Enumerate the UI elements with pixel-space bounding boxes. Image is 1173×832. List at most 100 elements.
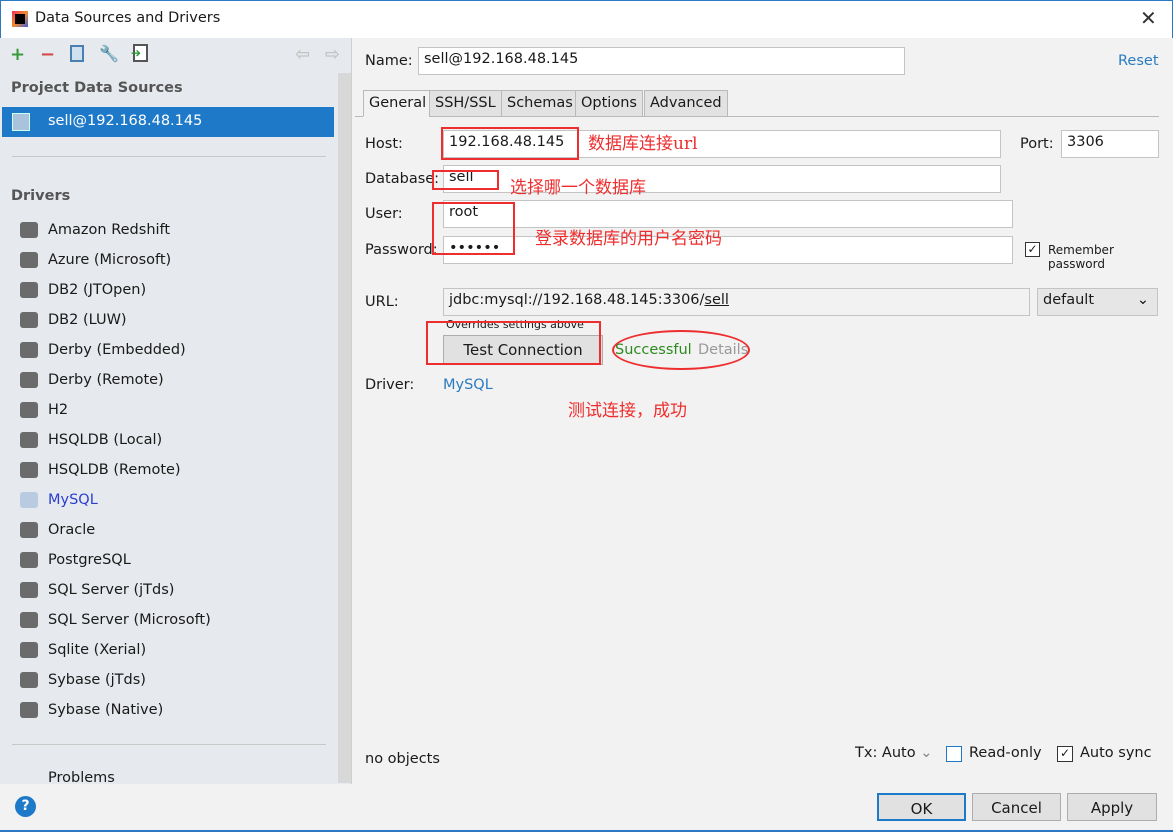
close-button[interactable]: ✕ [1140,6,1157,30]
tab-options[interactable]: Options [575,90,643,117]
driver-item[interactable]: PostgreSQL [20,548,131,572]
driver-label: MySQL [48,492,98,508]
annotation-box-credentials [432,202,515,255]
section-drivers: Drivers [11,188,71,204]
name-input[interactable]: sell@192.168.48.145 [418,47,905,75]
tx-mode-value: Tx: Auto [855,745,916,761]
driver-label: HSQLDB (Local) [48,432,163,448]
auto-sync-label: Auto sync [1080,745,1152,761]
sqlserver-icon [20,582,38,598]
password-label: Password: [365,242,438,258]
forward-icon[interactable]: ⇨ [325,44,340,65]
driver-item[interactable]: Sybase (jTds) [20,668,146,692]
driver-label: Derby (Embedded) [48,342,186,358]
driver-item[interactable]: Azure (Microsoft) [20,248,171,272]
ok-button[interactable]: OK [877,793,966,821]
host-label: Host: [365,136,403,152]
user-input[interactable]: root [443,200,1013,228]
sqlserver-icon [20,612,38,628]
driver-item[interactable]: H2 [20,398,68,422]
driver-label: SQL Server (Microsoft) [48,612,211,628]
url-label: URL: [365,294,399,310]
ibm-icon [20,312,38,328]
driver-item[interactable]: SQL Server (jTds) [20,578,174,602]
port-label: Port: [1020,136,1054,152]
driver-item[interactable]: Sybase (Native) [20,698,163,722]
read-only-label: Read-only [969,745,1042,761]
annotation-box-test [426,321,601,365]
url-mode-select[interactable]: default ⌄ [1037,288,1158,316]
help-icon[interactable]: ? [15,796,36,817]
data-source-item[interactable]: sell@192.168.48.145 [2,107,334,137]
password-input[interactable]: •••••• [443,236,1013,264]
driver-label: Derby (Remote) [48,372,164,388]
driver-item[interactable]: HSQLDB (Remote) [20,458,181,482]
driver-item[interactable]: Derby (Remote) [20,368,164,392]
driver-label: H2 [48,402,69,418]
tx-mode-dropdown[interactable]: Tx: Auto ⌄ [855,745,932,761]
tab-general[interactable]: General [363,90,433,117]
app-icon [12,11,28,27]
chevron-down-icon: ⌄ [1136,292,1149,308]
remember-password-label: Remember password [1048,243,1114,271]
driver-label: Sybase (jTds) [48,672,146,688]
window-title: Data Sources and Drivers [35,10,221,26]
tab-advanced[interactable]: Advanced [644,90,728,117]
driver-item[interactable]: Sqlite (Xerial) [20,638,146,662]
reset-link[interactable]: Reset [1118,53,1159,69]
driver-link[interactable]: MySQL [443,377,493,393]
driver-item[interactable]: HSQLDB (Local) [20,428,162,452]
driver-label: SQL Server (jTds) [48,582,175,598]
driver-item[interactable]: Amazon Redshift [20,218,170,242]
import-icon[interactable]: ➔ [131,44,148,62]
annotation-host: 数据库连接url [588,134,698,154]
driver-label: Oracle [48,522,96,538]
sybase-icon [20,702,38,718]
annotation-test: 测试连接，成功 [568,401,687,421]
sqlite-icon [20,642,38,658]
name-label: Name: [365,53,413,69]
driver-label: Sqlite (Xerial) [48,642,147,658]
tab-schemas[interactable]: Schemas [501,90,579,117]
driver-item[interactable]: Oracle [20,518,95,542]
problems-item[interactable]: Problems [48,770,115,784]
driver-label: HSQLDB (Remote) [48,462,181,478]
url-mode-value: default [1043,292,1095,308]
driver-item[interactable]: Derby (Embedded) [20,338,186,362]
copy-icon[interactable] [70,45,84,62]
tab-ssh-ssl[interactable]: SSH/SSL [429,90,502,117]
read-only-checkbox[interactable] [946,746,962,762]
annotation-ellipse-status [612,330,750,370]
h2-icon [20,402,38,418]
annotation-user: 登录数据库的用户名密码 [535,229,722,249]
annotation-box-database [432,170,499,190]
driver-label: Sybase (Native) [48,702,164,718]
section-project-data-sources: Project Data Sources [11,80,183,96]
properties-icon[interactable]: 🔧 [99,44,119,63]
ibm-icon [20,282,38,298]
port-input[interactable]: 3306 [1061,130,1159,158]
url-prefix: jdbc:mysql://192.168.48.145:3306/ [449,292,705,308]
hsqldb-icon [20,462,38,478]
url-input[interactable]: jdbc:mysql://192.168.48.145:3306/sell [443,288,1030,316]
sidebar-scrollbar[interactable] [338,73,351,783]
back-icon[interactable]: ⇦ [295,44,310,65]
add-icon[interactable]: + [10,44,25,65]
remember-password-checkbox[interactable]: ✓ [1025,242,1040,257]
derby-hat-icon [20,342,38,358]
driver-item[interactable]: MySQL [20,488,98,512]
driver-label: DB2 (JTOpen) [48,282,147,298]
divider [12,744,326,745]
driver-label: PostgreSQL [48,552,131,568]
auto-sync-checkbox[interactable]: ✓ [1057,746,1073,762]
remove-icon[interactable]: − [40,44,55,65]
driver-item[interactable]: SQL Server (Microsoft) [20,608,211,632]
cancel-button[interactable]: Cancel [972,793,1061,821]
apply-button[interactable]: Apply [1067,793,1157,821]
objects-status: no objects [365,751,440,767]
oracle-icon [20,522,38,538]
sybase-icon [20,672,38,688]
driver-item[interactable]: DB2 (LUW) [20,308,127,332]
hsqldb-icon [20,432,38,448]
driver-item[interactable]: DB2 (JTOpen) [20,278,146,302]
